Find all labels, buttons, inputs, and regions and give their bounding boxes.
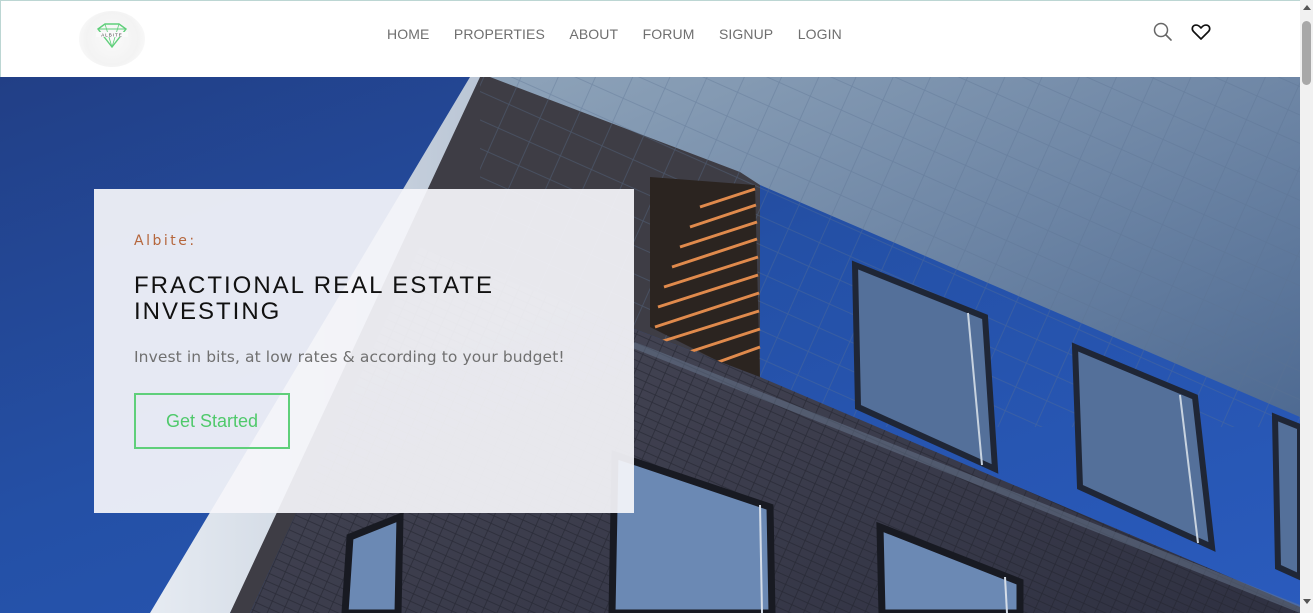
scroll-thumb[interactable] xyxy=(1302,21,1311,85)
heart-icon[interactable] xyxy=(1190,21,1212,43)
nav-login[interactable]: LOGIN xyxy=(798,26,842,42)
scroll-down-arrow-icon[interactable] xyxy=(1303,599,1311,604)
nav-forum[interactable]: FORUM xyxy=(643,26,695,42)
hero-subtitle: Invest in bits, at low rates & according… xyxy=(134,348,565,366)
logo-wordmark: ALBITE xyxy=(101,33,123,38)
diamond-logo-icon: ALBITE xyxy=(96,23,128,49)
hero-card: Albite: FRACTIONAL REAL ESTATE INVESTING… xyxy=(94,189,634,513)
search-icon[interactable] xyxy=(1152,21,1174,43)
site-header: ALBITE HOME PROPERTIES ABOUT FORUM SIGNU… xyxy=(0,0,1300,77)
scroll-up-arrow-icon[interactable] xyxy=(1303,5,1311,10)
nav-home[interactable]: HOME xyxy=(387,26,429,42)
hero-title: FRACTIONAL REAL ESTATE INVESTING xyxy=(134,272,495,325)
page-scrollbar[interactable] xyxy=(1300,0,1313,613)
nav-properties[interactable]: PROPERTIES xyxy=(454,26,545,42)
hero-section: Albite: FRACTIONAL REAL ESTATE INVESTING… xyxy=(0,77,1300,613)
nav-signup[interactable]: SIGNUP xyxy=(719,26,773,42)
hero-eyebrow: Albite: xyxy=(134,233,197,249)
nav-about[interactable]: ABOUT xyxy=(569,26,618,42)
main-nav: HOME PROPERTIES ABOUT FORUM SIGNUP LOGIN xyxy=(387,26,866,42)
site-logo[interactable]: ALBITE xyxy=(79,11,145,67)
get-started-button[interactable]: Get Started xyxy=(134,393,290,449)
